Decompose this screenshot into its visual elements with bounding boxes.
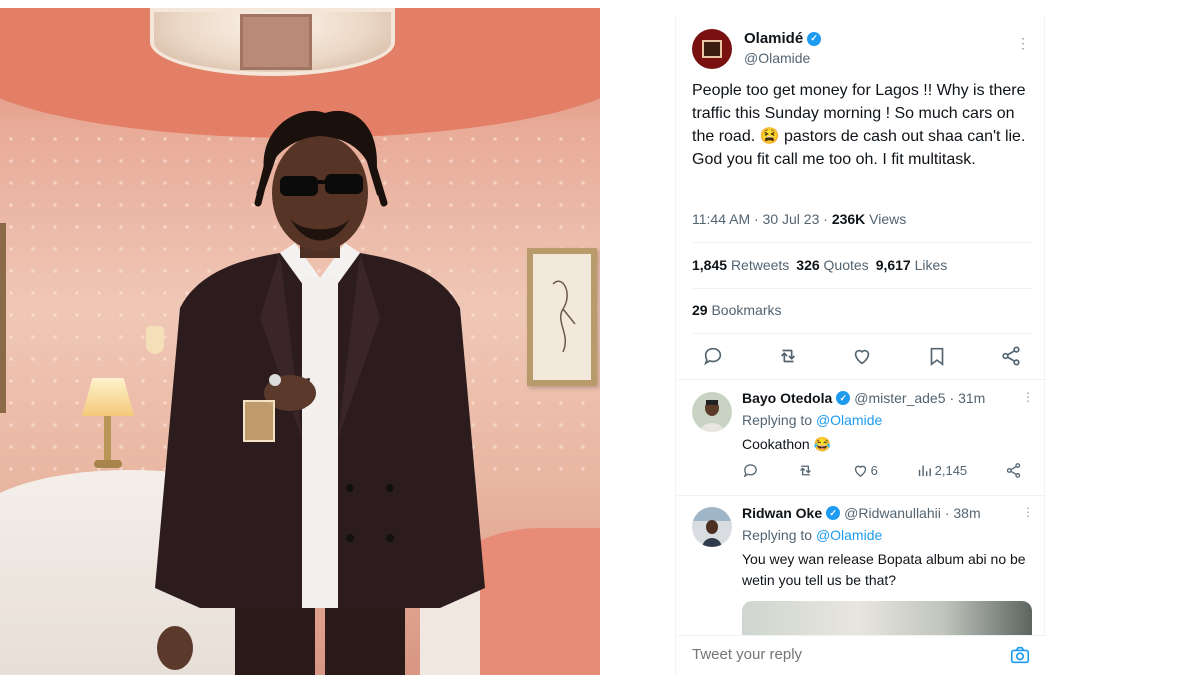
bookmarks-stat[interactable]: 29 Bookmarks xyxy=(692,302,782,318)
tweet-timestamp[interactable]: 11:44 AM · 30 Jul 23 · xyxy=(692,211,832,227)
more-icon[interactable]: ⋮ xyxy=(1022,505,1034,519)
quotes-stat[interactable]: 326 Quotes xyxy=(796,257,868,273)
photo-left-frame xyxy=(0,223,6,413)
verified-badge-icon: ✓ xyxy=(826,506,841,520)
reply-time: · 38m xyxy=(944,505,981,521)
reply-actions: 6 2,145 xyxy=(742,462,1022,479)
photo-lamp-stand xyxy=(104,416,111,466)
bookmark-icon[interactable] xyxy=(926,345,948,367)
reply-header: Bayo Otedola ✓ @mister_ade5 · 31m xyxy=(742,390,985,406)
author-handle[interactable]: @Olamide xyxy=(744,50,810,66)
reply-like-count: 6 xyxy=(870,463,878,478)
divider xyxy=(692,333,1032,334)
reply-icon[interactable] xyxy=(742,462,759,479)
retweet-icon[interactable] xyxy=(797,462,814,479)
reply-composer xyxy=(676,635,1046,675)
reply-input[interactable] xyxy=(692,646,992,663)
retweet-icon[interactable] xyxy=(777,345,799,367)
more-icon[interactable]: ⋮ xyxy=(1016,35,1030,52)
reply-text: Cookathon 😂 xyxy=(742,436,832,452)
divider xyxy=(692,242,1032,243)
reply-text: You wey wan release Bopata album abi no … xyxy=(742,551,1026,588)
tweet-actions xyxy=(702,345,1022,367)
tweet-panel: Olamidé ✓ @Olamide ⋮ People too get mone… xyxy=(675,15,1046,675)
reply-author-name[interactable]: Ridwan Oke xyxy=(742,505,822,521)
photo-ceiling-fixture xyxy=(240,14,312,70)
replying-to: Replying to @Olamide xyxy=(742,527,883,543)
verified-badge-icon: ✓ xyxy=(836,391,851,405)
camera-icon[interactable] xyxy=(1009,644,1031,666)
more-icon[interactable]: ⋮ xyxy=(1022,390,1034,404)
photo-lamp-base xyxy=(94,460,122,468)
like-button[interactable]: 6 xyxy=(852,462,878,479)
reply-item[interactable]: Bayo Otedola ✓ @mister_ade5 · 31m ⋮ Repl… xyxy=(692,390,1034,500)
likes-stat[interactable]: 9,617 Likes xyxy=(876,257,948,273)
views-count: 236K xyxy=(831,211,866,227)
reply-time: · 31m xyxy=(949,390,986,406)
reply-header: Ridwan Oke ✓ @Ridwanullahii · 38m xyxy=(742,505,981,521)
tweet-stats: 1,845 Retweets 326 Quotes 9,617 Likes xyxy=(692,257,947,273)
views-button[interactable]: 2,145 xyxy=(916,462,968,479)
reply-author-handle[interactable]: @mister_ade5 xyxy=(854,390,945,406)
tweet-text: People too get money for Lagos !! Why is… xyxy=(692,82,1026,168)
divider xyxy=(692,288,1032,289)
share-icon[interactable] xyxy=(1005,462,1022,479)
divider xyxy=(676,379,1046,380)
replying-to-link[interactable]: @Olamide xyxy=(816,527,882,543)
like-icon xyxy=(854,465,866,477)
verified-badge-icon: ✓ xyxy=(807,31,822,46)
reply-item[interactable]: Ridwan Oke ✓ @Ridwanullahii · 38m ⋮ Repl… xyxy=(692,505,1034,645)
artist-photo xyxy=(0,8,600,675)
reply-icon[interactable] xyxy=(702,345,724,367)
author-name-row[interactable]: Olamidé ✓ xyxy=(744,30,822,47)
like-icon[interactable] xyxy=(851,345,873,367)
reply-avatar[interactable] xyxy=(692,507,732,547)
tweet-meta: 11:44 AM · 30 Jul 23 · 236K Views xyxy=(692,211,906,227)
views-label: Views xyxy=(865,211,907,227)
retweets-stat[interactable]: 1,845 Retweets xyxy=(692,257,789,273)
reply-views-count: 2,145 xyxy=(934,463,968,478)
replying-to-link[interactable]: @Olamide xyxy=(816,412,882,428)
divider xyxy=(676,495,1046,496)
photo-person xyxy=(140,108,500,675)
replying-to: Replying to @Olamide xyxy=(742,412,883,428)
reply-author-name[interactable]: Bayo Otedola xyxy=(742,390,832,406)
reply-author-handle[interactable]: @Ridwanullahii xyxy=(844,505,941,521)
share-icon[interactable] xyxy=(1000,345,1022,367)
reply-avatar[interactable] xyxy=(692,392,732,432)
views-icon xyxy=(918,465,931,477)
photo-wall-frame xyxy=(527,248,597,386)
author-avatar[interactable] xyxy=(692,29,732,69)
author-name[interactable]: Olamidé xyxy=(744,30,803,47)
